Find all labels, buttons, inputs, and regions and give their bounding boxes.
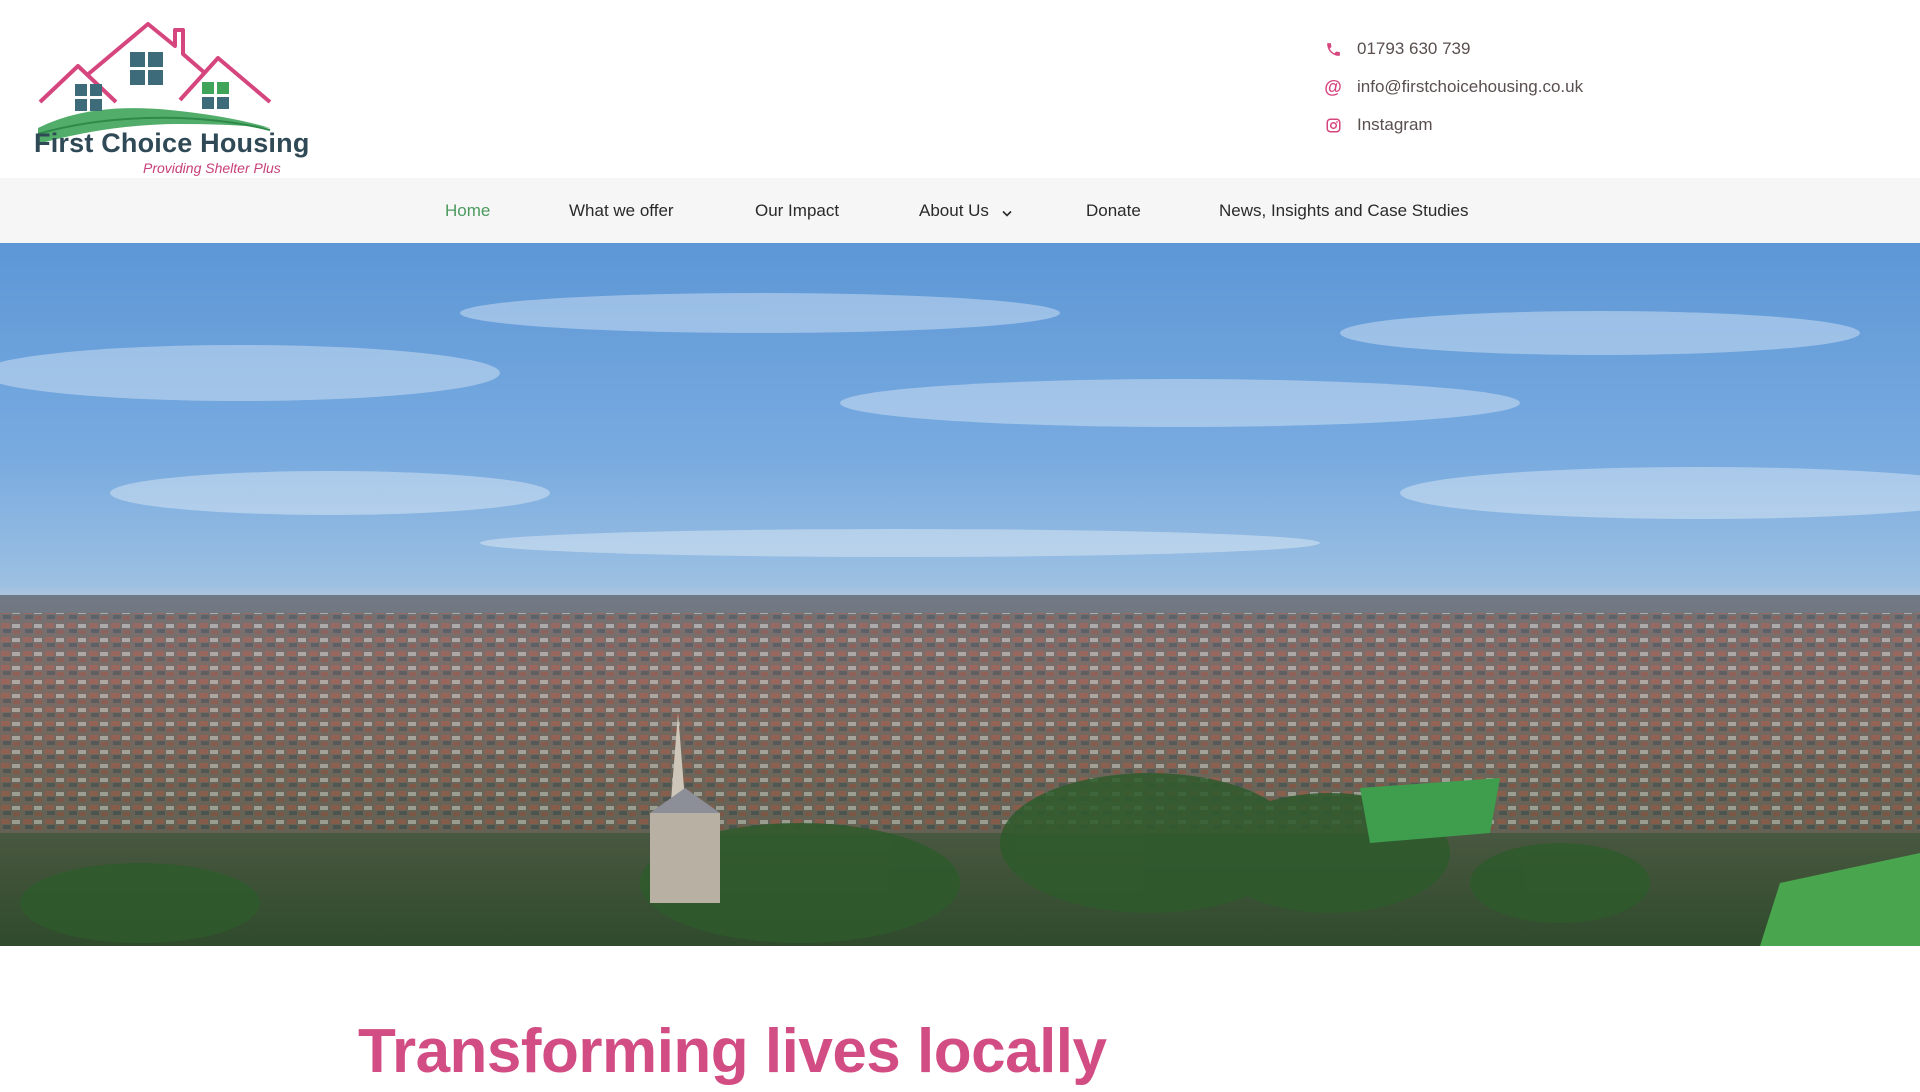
hero-image [0, 243, 1920, 946]
contact-list: 01793 630 739 @ info@firstchoicehousing.… [1323, 30, 1583, 144]
main-nav: Home What we offer Our Impact About Us D… [0, 178, 1920, 243]
nav-item-home[interactable]: Home [445, 178, 490, 243]
site-header: First Choice Housing Providing Shelter P… [0, 0, 1920, 178]
instagram-icon [1323, 115, 1343, 135]
nav-item-news[interactable]: News, Insights and Case Studies [1219, 178, 1468, 243]
nav-item-donate[interactable]: Donate [1086, 178, 1141, 243]
site-logo[interactable]: First Choice Housing Providing Shelter P… [30, 20, 309, 180]
nav-item-our-impact[interactable]: Our Impact [755, 178, 839, 243]
page-headline: Transforming lives locally [358, 1017, 1107, 1086]
phone-number: 01793 630 739 [1357, 39, 1471, 58]
brand-tagline: Providing Shelter Plus [143, 160, 281, 176]
nav-item-what-we-offer[interactable]: What we offer [569, 178, 674, 243]
brand-name: First Choice Housing [34, 128, 310, 158]
phone-icon [1323, 39, 1343, 59]
at-sign-icon: @ [1324, 77, 1342, 97]
email-link[interactable]: @ info@firstchoicehousing.co.uk [1323, 68, 1583, 106]
instagram-label: Instagram [1357, 115, 1433, 134]
nav-item-about-us[interactable]: About Us [919, 178, 1012, 243]
email-address: info@firstchoicehousing.co.uk [1357, 77, 1584, 96]
nav-item-about-us-label: About Us [919, 201, 989, 220]
instagram-link[interactable]: Instagram [1323, 106, 1583, 144]
phone-link[interactable]: 01793 630 739 [1323, 30, 1583, 68]
chevron-down-icon [1002, 179, 1012, 244]
